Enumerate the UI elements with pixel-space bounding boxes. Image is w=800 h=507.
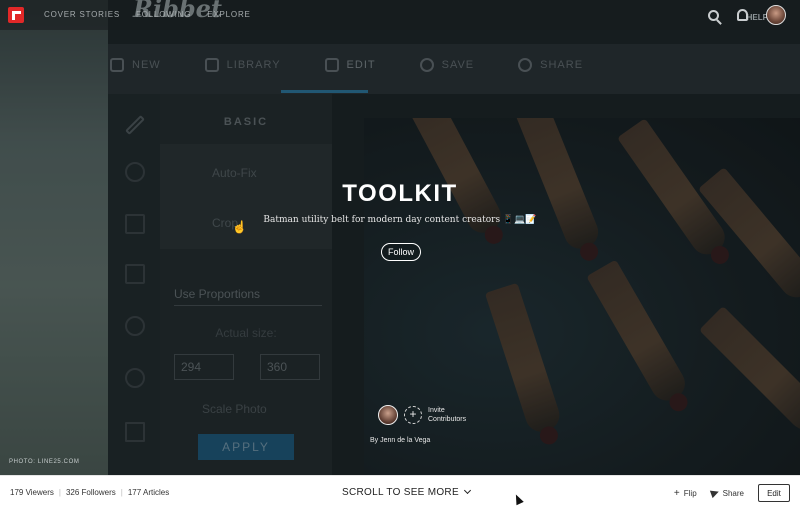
nav-links: COVER STORIES FOLLOWING EXPLORE	[44, 10, 251, 19]
edit-button[interactable]: Edit	[758, 484, 790, 502]
hero-dim-overlay	[0, 0, 800, 475]
viewers-count: 179 Viewers	[10, 488, 54, 497]
articles-count: 177 Articles	[127, 488, 170, 497]
author-byline[interactable]: By Jenn de la Vega	[370, 437, 430, 444]
magazine-actions: + Flip Share Edit	[674, 484, 790, 502]
scroll-to-see-more[interactable]: SCROLL TO SEE MORE	[342, 486, 471, 498]
contributor-avatar[interactable]	[378, 405, 398, 425]
follow-button[interactable]: Follow	[381, 243, 421, 261]
photo-credit: PHOTO: LINE25.COM	[9, 459, 80, 465]
bottom-bar: 179 Viewers | 326 Followers | 177 Articl…	[0, 475, 800, 507]
contributors-row: + Invite Contributors	[378, 405, 478, 425]
search-icon[interactable]	[708, 9, 719, 21]
scroll-label: SCROLL TO SEE MORE	[342, 487, 459, 498]
invite-plus-icon[interactable]: +	[404, 406, 422, 424]
send-icon	[709, 487, 720, 499]
hero-background: NEW LIBRARY EDIT SAVE SHARE BASIC Auto-F…	[0, 0, 800, 475]
magazine-stats: 179 Viewers | 326 Followers | 177 Articl…	[10, 488, 169, 497]
user-avatar[interactable]	[766, 5, 786, 25]
nav-right	[708, 5, 786, 25]
stats-divider: |	[120, 488, 123, 497]
top-nav: Ribbet COVER STORIES FOLLOWING EXPLORE H…	[0, 0, 800, 30]
stats-divider: |	[58, 488, 61, 497]
nav-following[interactable]: FOLLOWING	[136, 10, 191, 19]
plus-icon: +	[673, 487, 680, 499]
nav-explore[interactable]: EXPLORE	[207, 10, 250, 19]
page: NEW LIBRARY EDIT SAVE SHARE BASIC Auto-F…	[0, 0, 800, 507]
invite-label-line2: Contributors	[428, 416, 467, 423]
flip-label: Flip	[683, 488, 697, 498]
share-button[interactable]: Share	[709, 487, 744, 499]
magazine-description: Batman utility belt for modern day conte…	[263, 215, 537, 225]
chevron-down-icon	[463, 486, 471, 495]
invite-contributors-link[interactable]: Invite Contributors	[428, 406, 478, 424]
flip-button[interactable]: + Flip	[674, 488, 697, 499]
share-label: Share	[722, 488, 744, 498]
flipboard-logo-icon[interactable]	[8, 7, 24, 23]
nav-cover-stories[interactable]: COVER STORIES	[44, 10, 120, 19]
notifications-bell-icon[interactable]	[737, 9, 748, 21]
invite-label-line1: Invite	[428, 407, 445, 414]
followers-count[interactable]: 326 Followers	[66, 488, 116, 497]
magazine-title: TOOLKIT	[342, 180, 458, 207]
